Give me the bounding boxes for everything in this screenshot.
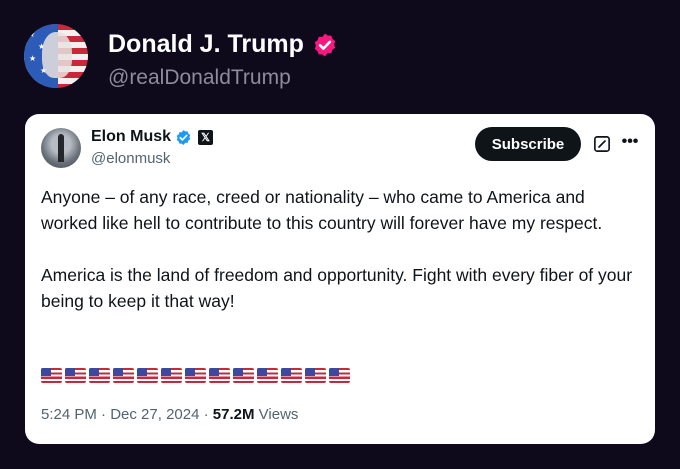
grok-icon[interactable]	[593, 135, 611, 153]
us-flag-icon	[209, 368, 230, 383]
poster-avatar[interactable]: ★ ★ ★ ★	[24, 24, 88, 88]
post-date[interactable]: Dec 27, 2024	[110, 406, 199, 423]
poster-name-text[interactable]: Donald J. Trump	[108, 30, 304, 59]
us-flag-icon	[185, 368, 206, 383]
us-flag-icon	[329, 368, 350, 383]
us-flag-icon	[233, 368, 254, 383]
us-flag-icon	[41, 368, 62, 383]
post-time[interactable]: 5:24 PM	[41, 406, 97, 423]
views-label: Views	[258, 406, 299, 423]
author-name-text[interactable]: Elon Musk	[91, 128, 171, 146]
poster-name[interactable]: Donald J. Trump	[108, 30, 338, 59]
flag-emoji-row	[41, 368, 350, 383]
us-flag-icon	[113, 368, 134, 383]
verified-badge-icon	[314, 33, 336, 56]
author-handle[interactable]: @elonmusk	[91, 150, 170, 167]
meta-separator: ·	[203, 406, 209, 423]
author-name[interactable]: Elon Musk 𝕏	[91, 128, 214, 146]
poster-handle[interactable]: @realDonaldTrump	[108, 66, 291, 90]
subscribe-button[interactable]: Subscribe	[475, 127, 581, 161]
us-flag-icon	[89, 368, 110, 383]
us-flag-icon	[137, 368, 158, 383]
post-body: Anyone – of any race, creed or nationali…	[41, 187, 633, 311]
post-meta: 5:24 PM · Dec 27, 2024 · 57.2M Views	[41, 406, 298, 423]
views-count: 57.2M	[212, 406, 255, 423]
quoted-post-card[interactable]: Elon Musk 𝕏 @elonmusk Subscribe ••• Anyo…	[25, 114, 655, 444]
x-logo-icon: 𝕏	[198, 129, 214, 145]
us-flag-icon	[305, 368, 326, 383]
meta-separator: ·	[101, 406, 107, 423]
us-flag-icon	[257, 368, 278, 383]
more-icon[interactable]: •••	[620, 132, 640, 152]
post-header: ★ ★ ★ ★ Donald J. Trump @realDonaldTrump	[24, 22, 664, 94]
author-avatar[interactable]	[41, 128, 81, 168]
us-flag-icon	[281, 368, 302, 383]
us-flag-icon	[161, 368, 182, 383]
us-flag-icon	[65, 368, 86, 383]
verified-badge-icon	[176, 129, 191, 145]
